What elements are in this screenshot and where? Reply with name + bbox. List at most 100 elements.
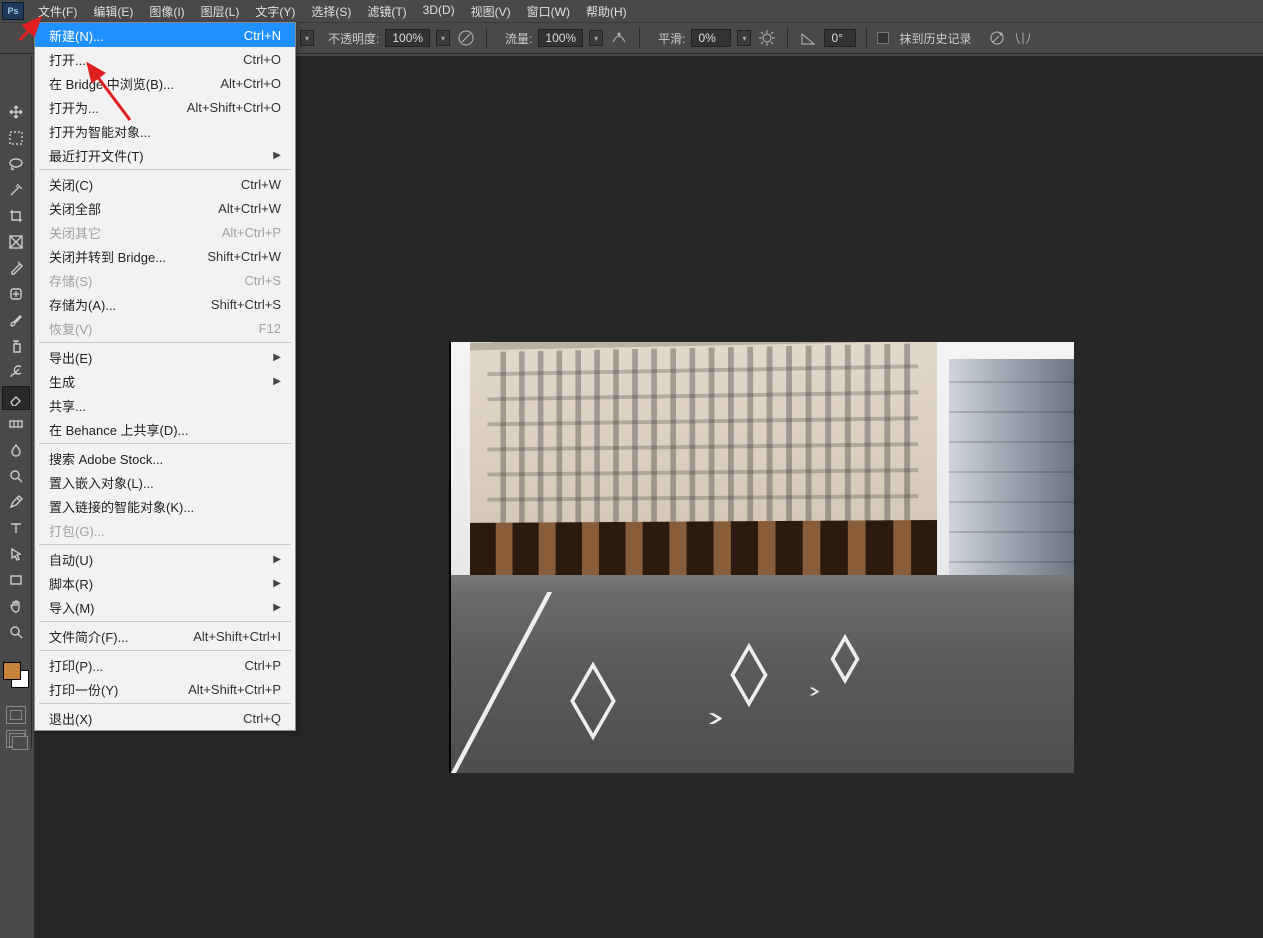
submenu-arrow-icon: ▶ xyxy=(273,376,281,387)
airbrush-icon[interactable] xyxy=(609,28,629,48)
smoothing-label: 平滑: xyxy=(658,30,685,47)
color-swatches[interactable] xyxy=(3,662,29,688)
smoothing-dropdown[interactable]: ▾ xyxy=(737,30,751,46)
menu-row-4-2[interactable]: 导入(M)▶ xyxy=(35,595,295,619)
tool-path-select[interactable] xyxy=(2,542,30,566)
menu-row-1-1[interactable]: 关闭全部Alt+Ctrl+W xyxy=(35,196,295,220)
menu-row-0-5[interactable]: 最近打开文件(T) ▶ xyxy=(35,143,295,167)
document-canvas[interactable]: › › xyxy=(449,342,1074,773)
tool-clone[interactable] xyxy=(2,334,30,358)
opacity-value[interactable]: 100% xyxy=(385,29,430,47)
menu-row-shortcut: Alt+Ctrl+W xyxy=(218,201,281,216)
tool-history-brush[interactable] xyxy=(2,360,30,384)
menu-item-7[interactable]: 3D(D) xyxy=(415,0,463,23)
tool-rectangle[interactable] xyxy=(2,568,30,592)
menu-row-shortcut: Alt+Ctrl+O xyxy=(220,76,281,91)
menu-row-1-0[interactable]: 关闭(C)Ctrl+W xyxy=(35,172,295,196)
file-menu-dropdown: 新建(N)...Ctrl+N 打开... Ctrl+O 在 Bridge 中浏览(B)… xyxy=(34,22,296,731)
menu-row-2-0[interactable]: 导出(E)▶ xyxy=(35,345,295,369)
menu-row-shortcut: Ctrl+Q xyxy=(243,711,281,726)
menu-row-3-2[interactable]: 置入链接的智能对象(K)... xyxy=(35,494,295,518)
menu-item-4[interactable]: 文字(Y) xyxy=(247,0,303,23)
quickmask-icon[interactable] xyxy=(6,706,26,724)
tool-marquee[interactable] xyxy=(2,126,30,150)
menu-separator xyxy=(39,169,291,170)
menu-row-0-2[interactable]: 在 Bridge 中浏览(B)...Alt+Ctrl+O xyxy=(35,71,295,95)
tool-move[interactable] xyxy=(2,100,30,124)
angle-value[interactable]: 0° xyxy=(824,29,856,47)
menu-row-2-3[interactable]: 在 Behance 上共享(D)... xyxy=(35,417,295,441)
menu-item-10[interactable]: 帮助(H) xyxy=(578,0,635,23)
foreground-color-swatch[interactable] xyxy=(3,662,21,680)
preset-dropdown[interactable]: ▾ xyxy=(300,30,314,46)
menu-row-shortcut: Alt+Ctrl+P xyxy=(222,225,281,240)
menu-row-2-2[interactable]: 共享... xyxy=(35,393,295,417)
tool-pen[interactable] xyxy=(2,490,30,514)
tool-crop[interactable] xyxy=(2,204,30,228)
menu-item-8[interactable]: 视图(V) xyxy=(463,0,519,23)
menu-row-label: 打开... xyxy=(49,50,86,69)
menu-row-6-0[interactable]: 打印(P)...Ctrl+P xyxy=(35,653,295,677)
symmetry-icon[interactable] xyxy=(1013,28,1033,48)
menu-row-6-1[interactable]: 打印一份(Y)Alt+Shift+Ctrl+P xyxy=(35,677,295,701)
menu-item-6[interactable]: 滤镜(T) xyxy=(359,0,414,23)
menu-row-1-3[interactable]: 关闭并转到 Bridge...Shift+Ctrl+W xyxy=(35,244,295,268)
menu-item-2[interactable]: 图像(I) xyxy=(141,0,192,23)
menu-row-label: 生成 xyxy=(49,372,75,391)
menu-row-0-0[interactable]: 新建(N)...Ctrl+N xyxy=(35,23,295,47)
tool-lasso[interactable] xyxy=(2,152,30,176)
menu-row-0-3[interactable]: 打开为...Alt+Shift+Ctrl+O xyxy=(35,95,295,119)
submenu-arrow-icon: ▶ xyxy=(273,150,281,161)
menu-row-1-5[interactable]: 存储为(A)... Shift+Ctrl+S xyxy=(35,292,295,316)
menu-row-3-0[interactable]: 搜索 Adobe Stock... xyxy=(35,446,295,470)
menu-row-shortcut: Ctrl+N xyxy=(244,28,281,43)
pressure-opacity-icon[interactable] xyxy=(456,28,476,48)
smoothing-value[interactable]: 0% xyxy=(691,29,731,47)
menu-item-9[interactable]: 窗口(W) xyxy=(519,0,578,23)
menu-row-3-3: 打包(G)... xyxy=(35,518,295,542)
menu-row-shortcut: Shift+Ctrl+S xyxy=(211,297,281,312)
menu-item-3[interactable]: 图层(L) xyxy=(193,0,248,23)
menu-item-1[interactable]: 编辑(E) xyxy=(85,0,141,23)
menu-row-label: 共享... xyxy=(49,396,86,415)
tool-brush[interactable] xyxy=(2,308,30,332)
menu-row-2-1[interactable]: 生成 ▶ xyxy=(35,369,295,393)
tool-eraser[interactable] xyxy=(2,386,30,410)
menu-row-label: 打印(P)... xyxy=(49,656,103,675)
menu-row-4-1[interactable]: 脚本(R)▶ xyxy=(35,571,295,595)
tool-hand[interactable] xyxy=(2,594,30,618)
history-checkbox[interactable] xyxy=(877,32,889,44)
tool-healing[interactable] xyxy=(2,282,30,306)
opacity-dropdown[interactable]: ▾ xyxy=(436,30,450,46)
menu-separator xyxy=(39,703,291,704)
tool-frame[interactable] xyxy=(2,230,30,254)
pressure-size-icon[interactable] xyxy=(987,28,1007,48)
menu-row-7-0[interactable]: 退出(X)Ctrl+Q xyxy=(35,706,295,730)
tool-zoom[interactable] xyxy=(2,620,30,644)
tool-magic-wand[interactable] xyxy=(2,178,30,202)
menu-row-label: 存储(S) xyxy=(49,271,92,290)
menu-row-label: 存储为(A)... xyxy=(49,295,116,314)
menu-item-5[interactable]: 选择(S) xyxy=(303,0,359,23)
flow-value[interactable]: 100% xyxy=(538,29,583,47)
tool-eyedropper[interactable] xyxy=(2,256,30,280)
menu-row-0-1[interactable]: 打开... Ctrl+O xyxy=(35,47,295,71)
smoothing-gear-icon[interactable] xyxy=(757,28,777,48)
menu-row-3-1[interactable]: 置入嵌入对象(L)... xyxy=(35,470,295,494)
menu-row-label: 最近打开文件(T) xyxy=(49,146,144,165)
tool-blur[interactable] xyxy=(2,438,30,462)
menu-row-shortcut: Shift+Ctrl+W xyxy=(207,249,281,264)
menu-row-0-4[interactable]: 打开为智能对象... xyxy=(35,119,295,143)
menu-row-label: 自动(U) xyxy=(49,550,93,569)
menu-row-4-0[interactable]: 自动(U)▶ xyxy=(35,547,295,571)
flow-label: 流量: xyxy=(505,30,532,47)
tool-gradient[interactable] xyxy=(2,412,30,436)
tool-dodge[interactable] xyxy=(2,464,30,488)
menu-row-5-0[interactable]: 文件简介(F)...Alt+Shift+Ctrl+I xyxy=(35,624,295,648)
menu-row-shortcut: Ctrl+O xyxy=(243,52,281,67)
flow-dropdown[interactable]: ▾ xyxy=(589,30,603,46)
tool-type[interactable] xyxy=(2,516,30,540)
menu-row-label: 置入嵌入对象(L)... xyxy=(49,473,154,492)
menu-item-0[interactable]: 文件(F) xyxy=(30,0,85,23)
screenmode-icon[interactable] xyxy=(6,730,26,748)
